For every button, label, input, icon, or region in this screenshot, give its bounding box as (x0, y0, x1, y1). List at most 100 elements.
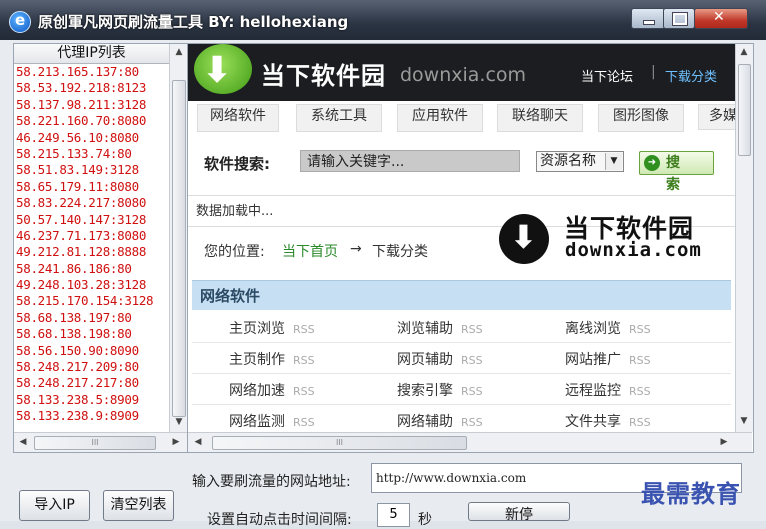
proxy-list-panel[interactable]: 代理IP列表 58.213.165.137:80 58.53.192.218:81… (13, 43, 189, 453)
search-button[interactable]: ➜ 搜 索 (639, 151, 714, 193)
search-label: 软件搜索: (204, 155, 270, 173)
scroll-left-arrow-icon[interactable]: ◀ (16, 437, 30, 447)
proxy-list-item[interactable]: 58.248.217.217:80 (14, 375, 174, 391)
scroll-right-arrow-icon[interactable]: ▶ (717, 437, 731, 447)
proxy-list-item[interactable]: 58.248.217.209:80 (14, 359, 174, 375)
browser-vertical-scrollbar[interactable]: ▲ ▼ (735, 44, 753, 432)
breadcrumb-arrow: → (350, 241, 362, 257)
browser-scroll-thumb[interactable] (738, 64, 751, 156)
proxy-list-item[interactable]: 46.249.56.10:8080 (14, 130, 174, 146)
interval-label: 设置自动点击时间间隔: (207, 512, 352, 528)
site-domain: downxia.com (400, 64, 527, 86)
category-link[interactable]: 主页制作 RSS (229, 349, 315, 369)
chevron-down-icon[interactable]: ▼ (605, 153, 622, 170)
proxy-list-item[interactable]: 58.213.165.137:80 (14, 64, 174, 80)
proxy-list-item[interactable]: 58.68.138.197:80 (14, 310, 174, 326)
proxy-hscroll-thumb[interactable]: III (34, 436, 156, 450)
proxy-vertical-scrollbar[interactable]: ▲ ▼ (169, 44, 188, 432)
proxy-scroll-thumb[interactable] (172, 80, 186, 417)
category-link[interactable]: 网络监测 RSS (229, 411, 315, 431)
proxy-list-item[interactable]: 58.51.83.149:3128 (14, 162, 174, 178)
location-label: 您的位置: (204, 244, 265, 260)
category-link[interactable]: 下载分类 (665, 66, 717, 85)
proxy-list-item[interactable]: 58.68.138.198:80 (14, 326, 174, 342)
search-type-value: 资源名称 (540, 153, 596, 169)
close-button[interactable] (694, 8, 748, 29)
proxy-list-item[interactable]: 58.133.238.5:8909 (14, 392, 174, 408)
proxy-list-item[interactable]: 46.237.71.173:8080 (14, 228, 174, 244)
minimize-button[interactable] (631, 8, 665, 29)
category-link[interactable]: 网络辅助 RSS (397, 411, 483, 431)
category-link[interactable]: 远程监控 RSS (565, 380, 651, 400)
nav-tab-apps[interactable]: 应用软件 (397, 104, 483, 132)
category-row: 网络监测 RSS 网络辅助 RSS 文件共享 RSS (192, 404, 731, 435)
proxy-list-item[interactable]: 49.212.81.128:8888 (14, 244, 174, 260)
breadcrumb-home-link[interactable]: 当下首页 (282, 241, 338, 261)
proxy-list-item[interactable]: 58.215.170.154:3128 (14, 293, 174, 309)
forum-link[interactable]: 当下论坛 (581, 66, 633, 85)
category-link[interactable]: 浏览辅助 RSS (397, 318, 483, 338)
proxy-list-item[interactable]: 49.248.103.28:3128 (14, 277, 174, 293)
proxy-list-header: 代理IP列表 (14, 44, 169, 64)
ie-icon (9, 11, 31, 33)
category-header: 网络软件 (192, 280, 731, 310)
url-label: 输入要刷流量的网站地址: (192, 474, 351, 490)
search-type-select[interactable]: 资源名称 ▼ (536, 151, 624, 172)
search-input[interactable]: 请输入关键字... (300, 150, 520, 172)
browser-hscroll-thumb[interactable]: III (212, 436, 467, 450)
scroll-left-arrow-icon[interactable]: ◀ (191, 437, 205, 447)
web-browser-view[interactable]: ⬇ 当下软件园 downxia.com 当下论坛 | 下载分类 网络软件 系统工… (187, 43, 754, 453)
category-row: 主页制作 RSS 网页辅助 RSS 网站推广 RSS (192, 342, 731, 374)
nav-tab-network[interactable]: 网络软件 (197, 104, 279, 132)
category-row: 主页浏览 RSS 浏览辅助 RSS 离线浏览 RSS (192, 311, 731, 343)
category-link[interactable]: 文件共享 RSS (565, 411, 651, 431)
scroll-up-arrow-icon[interactable]: ▲ (737, 47, 751, 57)
proxy-list-item[interactable]: 58.65.179.11:8080 (14, 179, 174, 195)
nav-tab-system[interactable]: 系统工具 (296, 104, 382, 132)
interval-unit: 秒 (418, 512, 432, 528)
proxy-list-item[interactable]: 58.137.98.211:3128 (14, 97, 174, 113)
category-link[interactable]: 网页辅助 RSS (397, 349, 483, 369)
proxy-list-item[interactable]: 58.241.86.186:80 (14, 261, 174, 277)
interval-input[interactable]: 5 (377, 503, 410, 527)
category-link[interactable]: 主页浏览 RSS (229, 318, 315, 338)
scroll-down-arrow-icon[interactable]: ▼ (737, 416, 751, 426)
site-header: ⬇ 当下软件园 downxia.com 当下论坛 | 下载分类 (188, 44, 735, 101)
scroll-up-arrow-icon[interactable]: ▲ (172, 47, 186, 57)
proxy-list-item[interactable]: 58.83.224.217:8080 (14, 195, 174, 211)
category-link[interactable]: 网络加速 RSS (229, 380, 315, 400)
window-title: 原创軍凡网页刷流量工具 BY: hellohexiang (38, 13, 349, 31)
category-link[interactable]: 搜索引擎 RSS (397, 380, 483, 400)
category-link[interactable]: 离线浏览 RSS (565, 318, 651, 338)
title-bar[interactable]: 原创軍凡网页刷流量工具 BY: hellohexiang (0, 0, 766, 40)
app-window: 原创軍凡网页刷流量工具 BY: hellohexiang 代理IP列表 58.2… (0, 0, 766, 528)
go-arrow-icon: ➜ (644, 155, 660, 171)
proxy-list-item[interactable]: 50.57.140.147:3128 (14, 212, 174, 228)
proxy-list-item[interactable]: 58.221.160.70:8080 (14, 113, 174, 129)
proxy-list[interactable]: 58.213.165.137:80 58.53.192.218:8123 58.13… (14, 64, 174, 432)
watermark-arrow-icon: ⬇ (510, 218, 537, 256)
site-name[interactable]: 当下软件园 (261, 56, 386, 91)
category-row: 网络加速 RSS 搜索引擎 RSS 远程监控 RSS (192, 373, 731, 405)
scroll-down-arrow-icon[interactable]: ▼ (172, 417, 186, 427)
maximize-button[interactable] (663, 8, 695, 29)
breadcrumb-current: 下载分类 (372, 244, 428, 260)
proxy-horizontal-scrollbar[interactable]: ◀ III ▶ (14, 432, 187, 452)
watermark-domain: downxia.com (565, 239, 702, 261)
clear-list-button[interactable]: 清空列表 (103, 490, 174, 521)
nav-tab-graphics[interactable]: 图形图像 (598, 104, 684, 132)
browser-horizontal-scrollbar[interactable]: ◀ III ▶ (188, 432, 752, 452)
nav-tab-chat[interactable]: 联络聊天 (497, 104, 583, 132)
proxy-list-item[interactable]: 58.133.238.9:8909 (14, 408, 174, 424)
category-link[interactable]: 网站推广 RSS (565, 349, 651, 369)
download-arrow-icon: ⬇ (202, 50, 233, 91)
top-link-separator: | (651, 64, 656, 80)
scroll-right-arrow-icon[interactable]: ▶ (169, 437, 183, 447)
proxy-list-item[interactable]: 58.215.133.74:80 (14, 146, 174, 162)
import-ip-button[interactable]: 导入IP (19, 490, 90, 521)
proxy-list-item[interactable]: 58.56.150.90:8090 (14, 343, 174, 359)
watermark-text: 最需教育 (641, 479, 741, 508)
proxy-list-item[interactable]: 58.53.192.218:8123 (14, 80, 174, 96)
refresh-button[interactable]: 新停 (468, 502, 570, 521)
search-button-label: 搜 索 (666, 155, 686, 193)
